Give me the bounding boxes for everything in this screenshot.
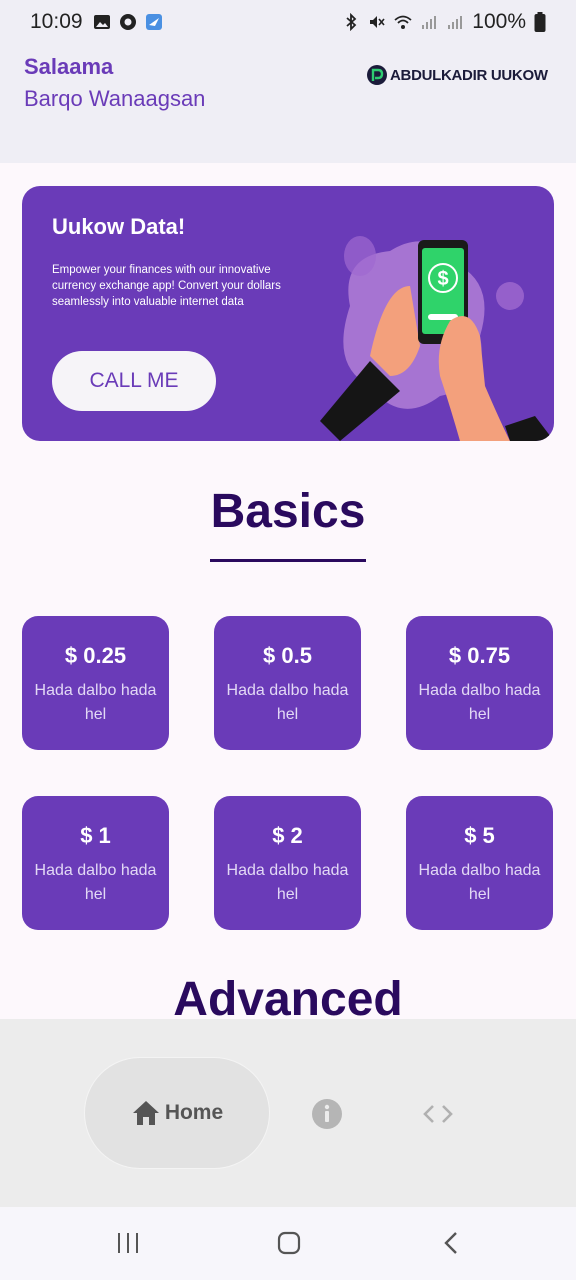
code-icon[interactable] (422, 1101, 454, 1127)
card-description: Hada dalbo hada hel (418, 682, 541, 723)
battery-icon (534, 12, 546, 32)
brand-logo: ABDULKADIR UUKOW (366, 64, 548, 86)
card-description: Hada dalbo hada hel (418, 862, 541, 903)
price-card[interactable]: $ 0.75 Hada dalbo hada hel (406, 616, 553, 750)
card-price: $ 0.25 (64, 643, 127, 668)
card-description: Hada dalbo hada hel (34, 862, 157, 903)
svg-text:$: $ (437, 268, 448, 290)
subtitle-text: Barqo Wanaagsan (24, 86, 206, 111)
price-card[interactable]: $ 0.25 Hada dalbo hada hel (22, 616, 169, 750)
logo-icon (367, 65, 387, 85)
home-nav-icon[interactable] (277, 1231, 301, 1255)
wifi-icon (394, 15, 412, 29)
app-header: Salaama Barqo Wanaagsan ABDULKADIR UUKOW (0, 44, 576, 163)
messenger-icon (119, 14, 136, 30)
card-description: Hada dalbo hada hel (226, 682, 349, 723)
system-navigation-bar (0, 1207, 576, 1280)
status-bar: 10:09 100% (0, 0, 576, 44)
banner-description: Empower your finances with our innovativ… (52, 264, 281, 308)
greeting-text: Salaama (24, 54, 114, 79)
price-card[interactable]: $ 5 Hada dalbo hada hel (406, 796, 553, 930)
card-description: Hada dalbo hada hel (34, 682, 157, 723)
back-icon[interactable] (440, 1231, 464, 1255)
card-price: $ 0.5 (263, 643, 312, 668)
price-card[interactable]: $ 2 Hada dalbo hada hel (214, 796, 361, 930)
promo-banner: Uukow Data! Empower your finances with o… (22, 186, 554, 441)
signal-icon-2 (448, 16, 463, 29)
bottom-navigation: Home (0, 1019, 576, 1207)
card-price: $ 2 (272, 823, 303, 848)
price-card[interactable]: $ 0.5 Hada dalbo hada hel (214, 616, 361, 750)
signal-icon (422, 16, 437, 29)
section-title-basics: Basics (210, 485, 366, 538)
recent-apps-icon[interactable] (116, 1231, 140, 1255)
call-me-button[interactable]: CALL ME (52, 351, 216, 411)
card-price: $ 0.75 (448, 643, 511, 668)
status-time: 10:09 (30, 10, 83, 33)
battery-percent: 100% (472, 10, 526, 33)
mute-icon (370, 16, 385, 28)
nav-home-button[interactable]: Home (84, 1057, 270, 1169)
section-underline (210, 559, 366, 562)
card-description: Hada dalbo hada hel (226, 862, 349, 903)
card-price: $ 5 (464, 823, 495, 848)
home-icon (132, 1101, 159, 1125)
phone-payment-illustration: $ (320, 236, 554, 441)
price-card[interactable]: $ 1 Hada dalbo hada hel (22, 796, 169, 930)
nav-home-label: Home (164, 1101, 224, 1124)
plane-icon (145, 14, 162, 30)
banner-title: Uukow Data! (52, 214, 186, 239)
bluetooth-icon (346, 13, 357, 31)
logo-text: ABDULKADIR UUKOW (390, 66, 548, 84)
info-icon[interactable] (312, 1099, 342, 1129)
card-price: $ 1 (80, 823, 111, 848)
gallery-icon (93, 15, 110, 29)
